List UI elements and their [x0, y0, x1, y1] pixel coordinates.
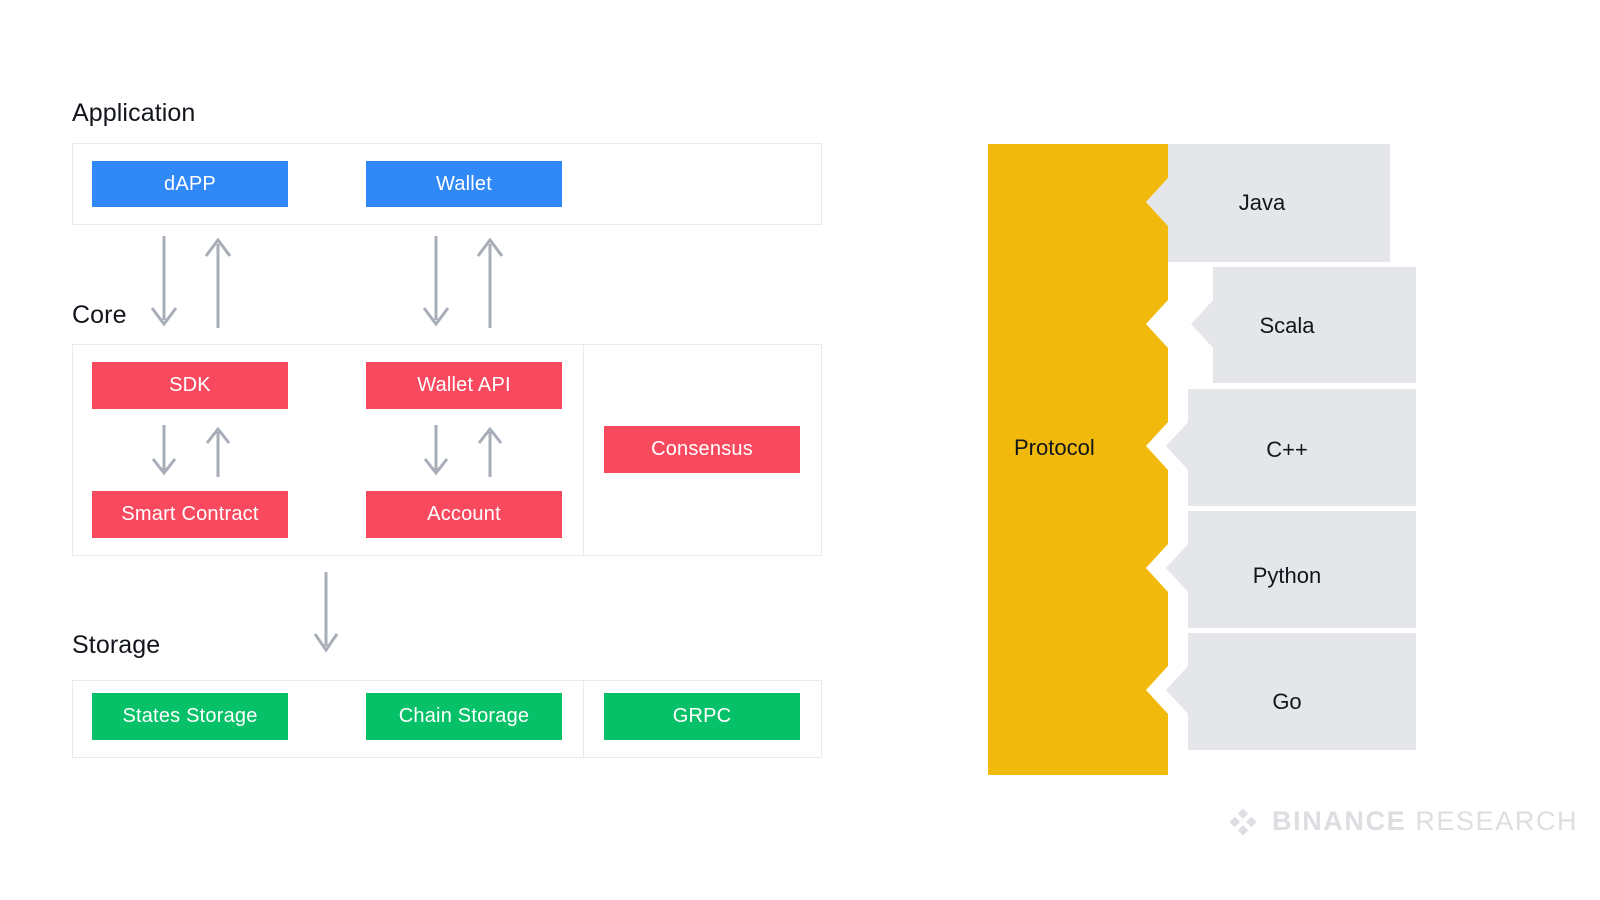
- section-label-storage: Storage: [72, 631, 161, 659]
- block-consensus-label: Consensus: [651, 438, 753, 460]
- block-wallet-label: Wallet: [435, 172, 493, 195]
- block-wallet-api[interactable]: Wallet API: [366, 362, 562, 409]
- arrow-wallet-up: [476, 237, 504, 328]
- lang-label-scala: Scala: [1259, 313, 1315, 338]
- section-label-application: Application: [72, 99, 196, 127]
- block-wallet[interactable]: Wallet: [366, 161, 562, 207]
- storage-layer-divider: [583, 680, 584, 758]
- lang-label-go: Go: [1272, 689, 1302, 714]
- arrow-dapp-down: [150, 236, 178, 327]
- brand-text: BINANCE RESEARCH: [1272, 806, 1578, 837]
- section-label-core: Core: [72, 301, 127, 329]
- block-chain-storage[interactable]: Chain Storage: [366, 693, 562, 740]
- arrow-core-to-storage: [313, 572, 339, 653]
- block-consensus[interactable]: Consensus: [604, 426, 800, 473]
- lang-label-python: Python: [1252, 563, 1322, 588]
- block-chain-storage-label: Chain Storage: [398, 705, 530, 727]
- arrow-dapp-up: [204, 237, 232, 328]
- block-grpc[interactable]: GRPC: [604, 693, 800, 740]
- block-wallet-api-label: Wallet API: [417, 374, 511, 396]
- arrow-account-up: [477, 426, 503, 477]
- block-states-storage[interactable]: States Storage: [92, 693, 288, 740]
- brand-binance-research: BINANCE RESEARCH: [1228, 806, 1578, 837]
- block-dapp[interactable]: dAPP: [92, 161, 288, 207]
- block-account[interactable]: Account: [366, 491, 562, 538]
- block-sdk[interactable]: SDK: [92, 362, 288, 409]
- block-dapp-label: dAPP: [164, 172, 216, 195]
- block-smart-contract[interactable]: Smart Contract: [92, 491, 288, 538]
- block-grpc-label: GRPC: [672, 705, 732, 727]
- binance-diamond-logo: [1229, 808, 1257, 835]
- arrow-smart-contract-up: [205, 426, 231, 477]
- brand-light-text: RESEARCH: [1415, 806, 1579, 836]
- block-sdk-label: SDK: [169, 374, 211, 396]
- brand-bold-text: BINANCE: [1272, 806, 1407, 836]
- arrow-sdk-down: [151, 425, 177, 476]
- lang-label-cpp: C++: [1266, 437, 1308, 462]
- core-layer-divider: [583, 344, 584, 556]
- block-states-storage-label: States Storage: [122, 705, 258, 727]
- lang-label-java: Java: [1238, 190, 1286, 215]
- block-account-label: Account: [427, 503, 501, 525]
- block-smart-contract-label: Smart Contract: [121, 503, 259, 525]
- protocol-label: Protocol: [1014, 435, 1095, 460]
- arrow-wallet-down: [422, 236, 450, 327]
- arrow-wallet-api-down: [423, 425, 449, 476]
